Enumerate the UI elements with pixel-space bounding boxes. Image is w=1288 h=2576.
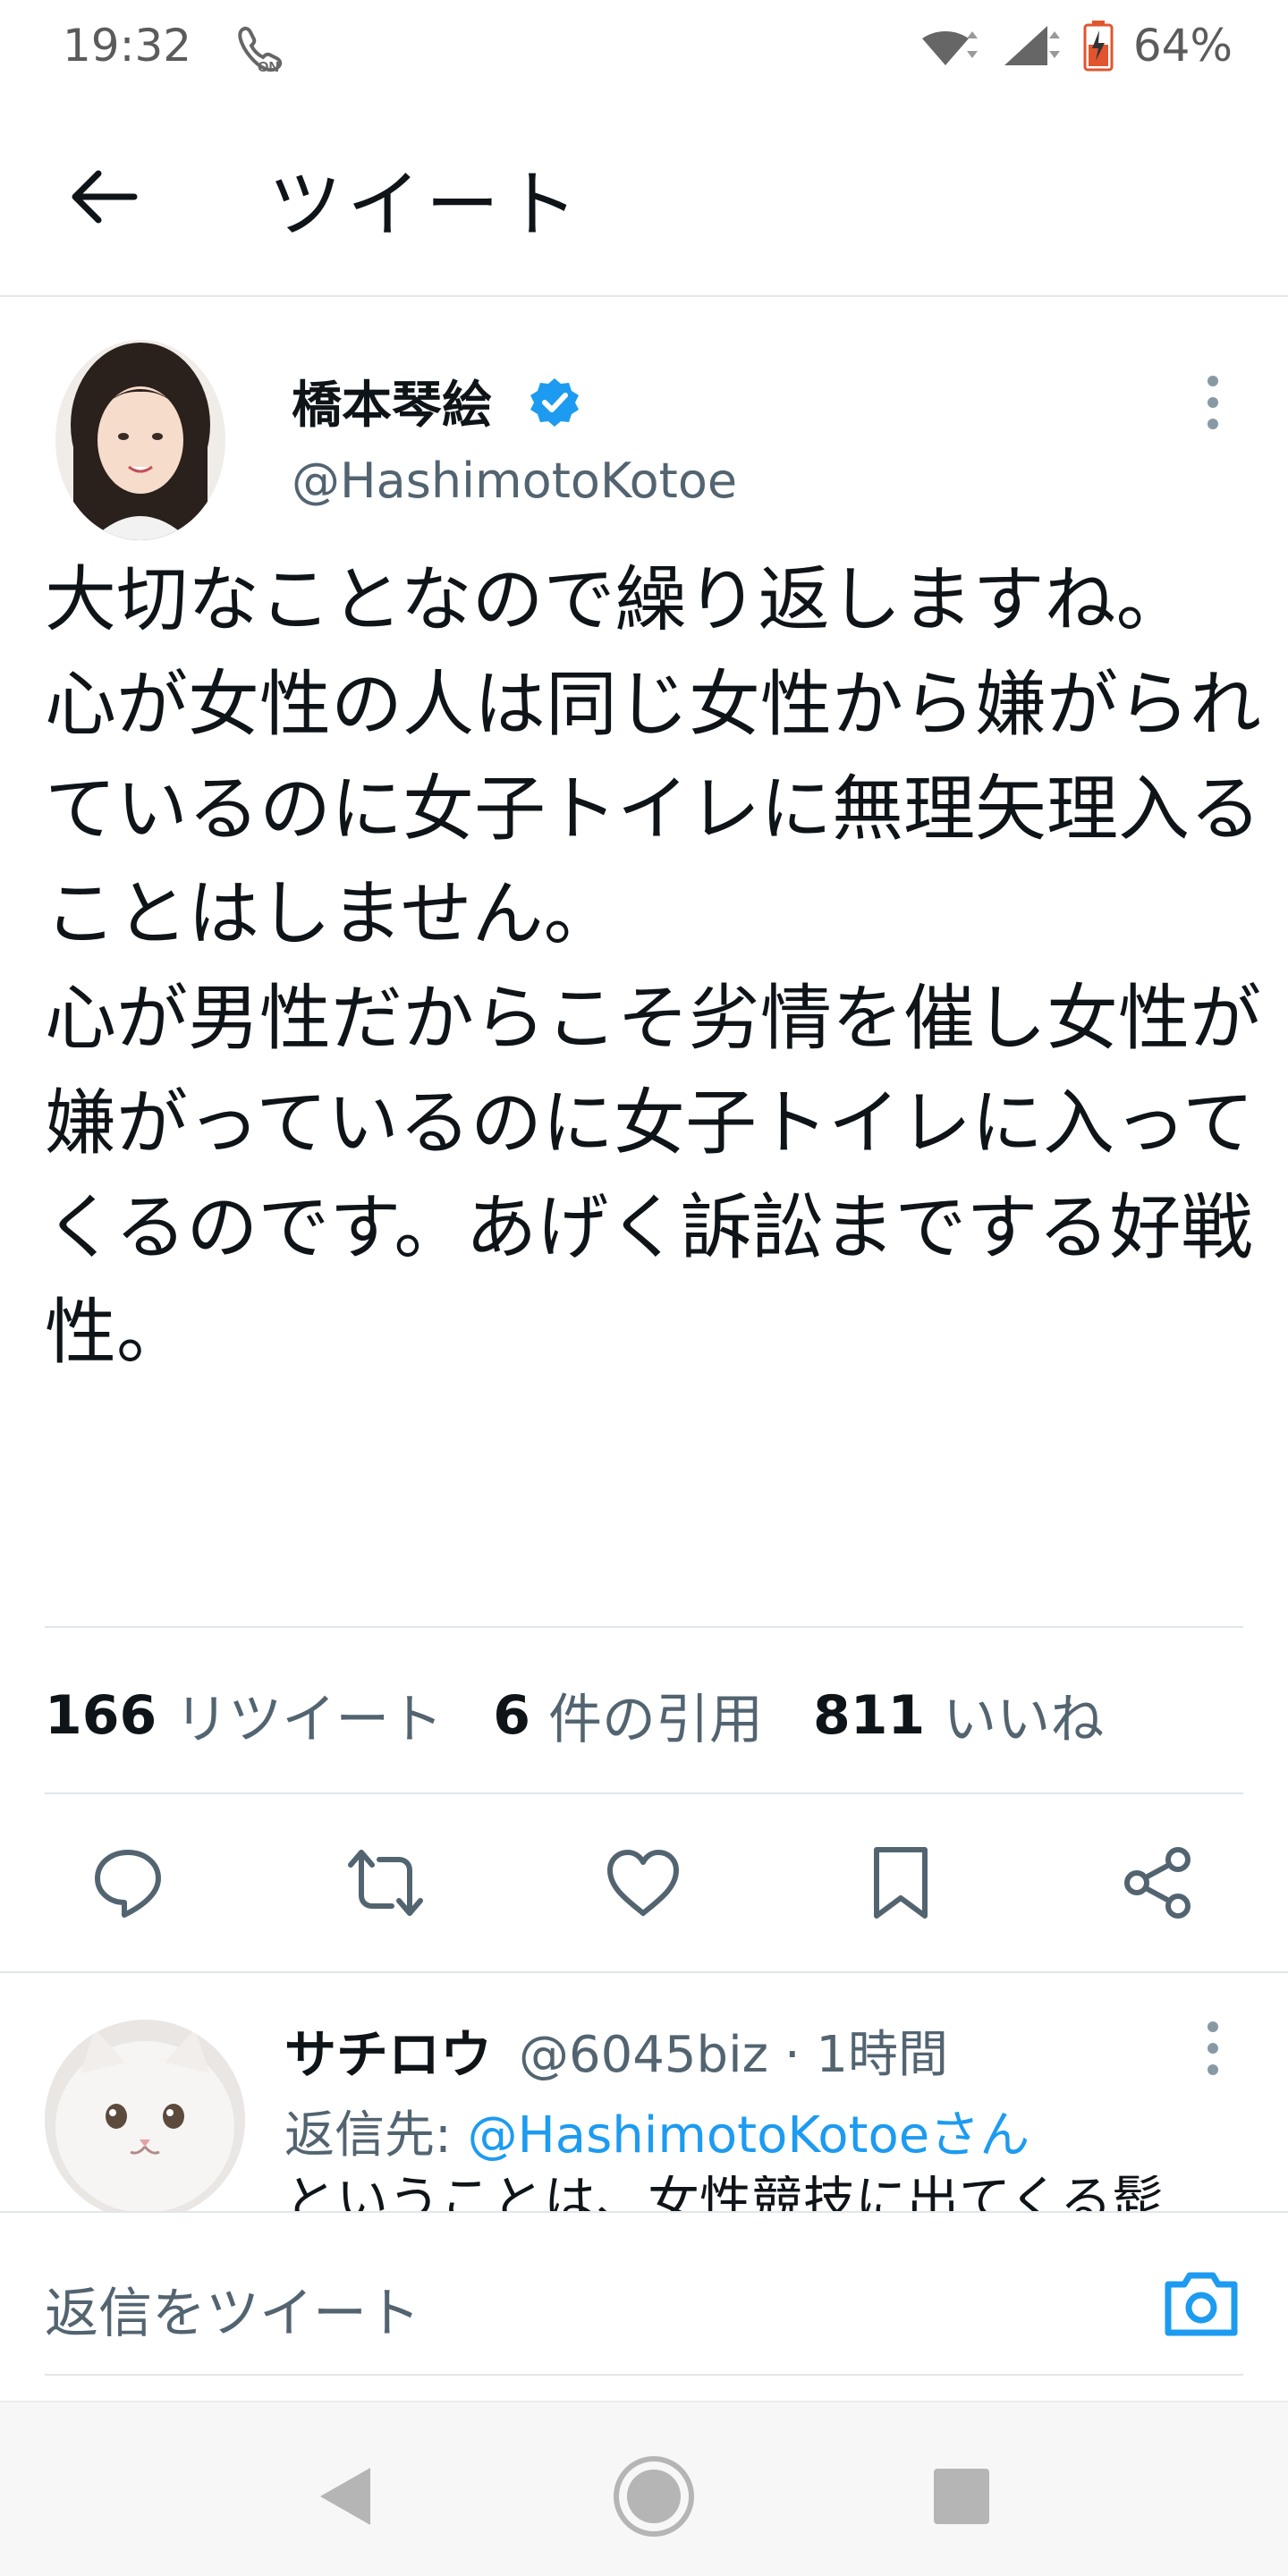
more-dot-icon xyxy=(1208,397,1218,408)
reply-input[interactable]: 返信をツイート xyxy=(45,2270,420,2348)
verified-badge-icon xyxy=(530,378,579,427)
share-button[interactable] xyxy=(1109,1834,1208,1932)
system-nav-bar xyxy=(0,2401,1288,2576)
status-icons: 64% xyxy=(919,20,1233,72)
share-icon xyxy=(1124,1847,1191,1919)
retweet-icon xyxy=(348,1850,423,1916)
page-title: ツイート xyxy=(268,163,584,248)
heart-icon xyxy=(607,1850,679,1916)
call-badge: ON xyxy=(258,60,279,73)
square-recents-icon xyxy=(934,2469,989,2524)
author-handle[interactable]: @HashimotoKotoe xyxy=(292,453,737,509)
author-avatar[interactable] xyxy=(55,340,225,540)
divider xyxy=(0,1971,1288,1973)
like-button[interactable] xyxy=(594,1834,692,1932)
like-count[interactable]: 811 xyxy=(813,1684,925,1747)
bookmark-icon xyxy=(874,1847,928,1919)
back-button[interactable] xyxy=(59,152,148,242)
nav-back-button[interactable] xyxy=(295,2447,394,2546)
more-dot-icon xyxy=(1208,2043,1218,2054)
more-dot-icon xyxy=(1208,376,1218,386)
quote-label[interactable]: 件の引用 xyxy=(548,1676,763,1754)
reply-author-avatar[interactable] xyxy=(45,2020,245,2220)
like-label[interactable]: いいね xyxy=(943,1676,1104,1754)
arrow-left-icon xyxy=(72,170,138,224)
signal-icon xyxy=(1004,26,1060,65)
divider xyxy=(45,1626,1243,1628)
status-time: 19:32 xyxy=(63,20,192,72)
nav-home-button[interactable] xyxy=(605,2447,703,2546)
reply-author-name[interactable]: サチロウ xyxy=(284,2012,492,2088)
retweet-count[interactable]: 166 xyxy=(45,1684,157,1747)
more-dot-icon xyxy=(1208,2021,1218,2032)
circle-home-icon xyxy=(614,2456,694,2537)
reply-to-prefix: 返信先: xyxy=(284,2106,468,2165)
tweet-text: 大切なことなので繰り返しますね。 心が女性の人は同じ女性から嫌がられているのに女… xyxy=(45,558,1261,1374)
triangle-back-icon xyxy=(320,2468,370,2525)
retweet-label[interactable]: リツイート xyxy=(174,1676,443,1754)
reply-to-handle-link[interactable]: @HashimotoKotoeさん xyxy=(468,2106,1030,2165)
camera-button[interactable] xyxy=(1161,2263,1241,2343)
composer-underline xyxy=(45,2374,1243,2376)
reply-to: 返信先: @HashimotoKotoeさん xyxy=(284,2095,1030,2167)
cat-avatar-photo xyxy=(45,2020,245,2220)
author-name[interactable]: 橋本琴絵 xyxy=(292,365,492,437)
tweet-stats: 166 リツイート 6 件の引用 811 いいね xyxy=(45,1676,1154,1754)
reply-text-content: ということは、女性競技に出てくる髭 xyxy=(284,2175,1165,2211)
battery-icon xyxy=(1083,21,1114,72)
reply-button[interactable] xyxy=(79,1834,177,1932)
reply-text: ということは、女性競技に出てくる髭 xyxy=(284,2175,1268,2211)
nav-recents-button[interactable] xyxy=(912,2447,1011,2546)
reply-icon xyxy=(95,1850,161,1918)
reply-meta[interactable]: @6045biz · 1時間 xyxy=(519,2014,948,2087)
app-header: ツイート xyxy=(0,98,1288,297)
tweet-actions xyxy=(0,1834,1288,1932)
more-dot-icon xyxy=(1208,419,1218,429)
reply-more-button[interactable] xyxy=(1195,2021,1231,2075)
tweet-more-button[interactable] xyxy=(1195,376,1231,429)
battery-percent: 64% xyxy=(1132,20,1233,72)
more-dot-icon xyxy=(1208,2064,1218,2075)
avatar-photo xyxy=(55,340,225,540)
divider xyxy=(45,1792,1243,1794)
quote-count[interactable]: 6 xyxy=(493,1684,530,1747)
reply-composer: 返信をツイート xyxy=(0,2211,1288,2397)
wifi-icon xyxy=(921,30,978,65)
call-icon: ON xyxy=(238,26,283,73)
retweet-button[interactable] xyxy=(336,1834,435,1932)
status-bar: 19:32 ON 64% xyxy=(0,0,1288,98)
camera-icon xyxy=(1165,2272,1238,2336)
bookmark-button[interactable] xyxy=(852,1834,950,1932)
